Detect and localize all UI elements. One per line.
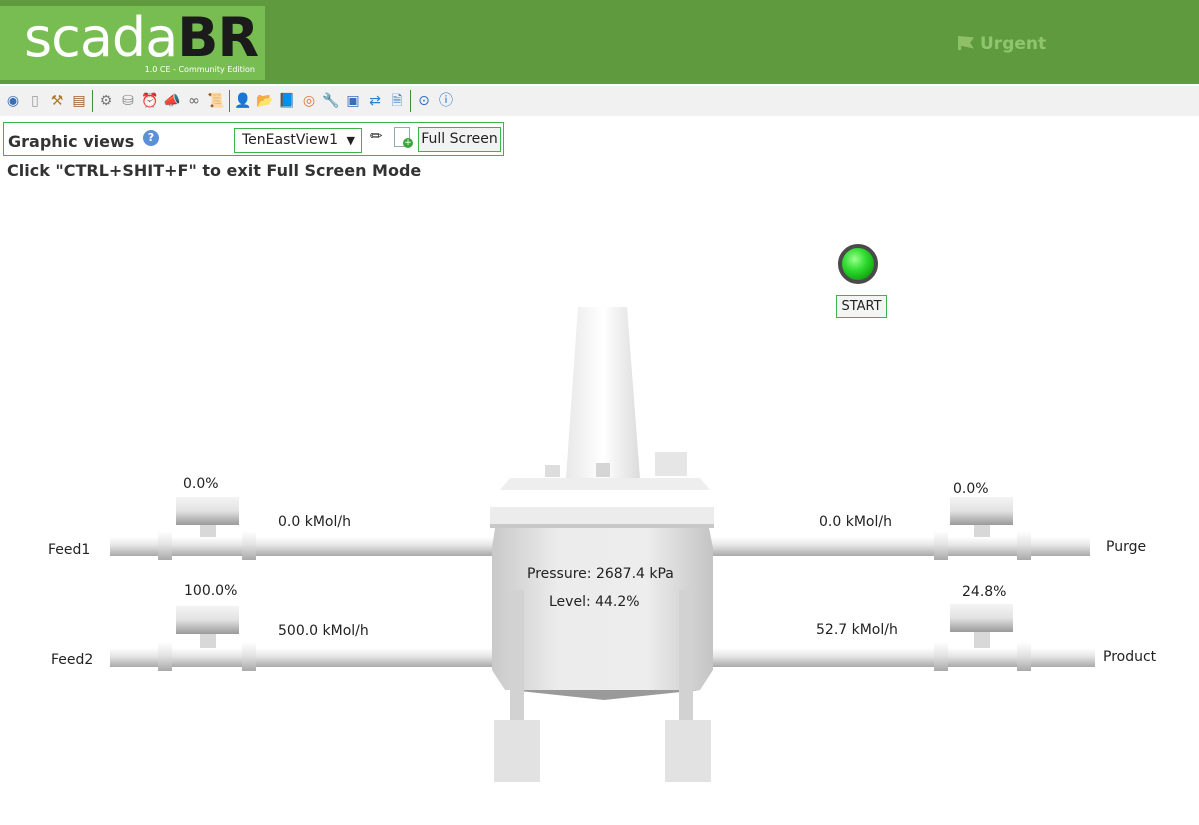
- toolbar-separator: [229, 90, 230, 112]
- scroll-icon[interactable]: 📜: [206, 91, 226, 111]
- megaphone-icon[interactable]: 📣: [162, 91, 182, 111]
- list-icon[interactable]: ▤: [69, 91, 89, 111]
- eye-icon[interactable]: ◉: [3, 91, 23, 111]
- main-toolbar: ◉ ▯ ⚒ ▤ ⚙ ⛁ ⏰ 📣 ∞ 📜 👤 📂 📘 ◎ 🔧 ▣ ⇄ 🗎 ⊙ ⓘ: [0, 86, 1199, 116]
- alarm-clock-icon[interactable]: ⏰: [140, 91, 160, 111]
- product-valve[interactable]: [950, 604, 1013, 648]
- new-view-icon[interactable]: +: [394, 127, 413, 148]
- sync-icon[interactable]: ⇄: [365, 91, 385, 111]
- reactor-stack: [500, 307, 710, 490]
- record-icon[interactable]: ⊙: [414, 91, 434, 111]
- feed2-valve-position: 100.0%: [184, 583, 238, 599]
- feed1-pipe: [110, 531, 500, 560]
- scadabr-logo[interactable]: scadaBR 1.0 CE - Community Edition: [0, 6, 265, 80]
- toolbar-separator: [92, 90, 93, 112]
- product-flow: 52.7 kMol/h: [816, 622, 898, 638]
- app-header: scadaBR 1.0 CE - Community Edition Urgen…: [0, 0, 1199, 84]
- feed1-valve-position: 0.0%: [183, 476, 219, 492]
- product-pipe: [705, 642, 1095, 671]
- feed1-flow: 0.0 kMol/h: [278, 514, 351, 530]
- product-valve-position: 24.8%: [962, 584, 1007, 600]
- chevron-down-icon: ▼: [346, 134, 355, 147]
- feed1-label: Feed1: [48, 542, 91, 558]
- urgent-alarm-indicator[interactable]: Urgent: [958, 34, 1046, 54]
- help-icon[interactable]: ?: [143, 130, 159, 146]
- page-icon[interactable]: ▯: [25, 91, 45, 111]
- graphic-views-bar: Graphic views ? TenEastView1 ▼ ✏ + Full …: [3, 122, 504, 156]
- purge-pipe: [705, 531, 1090, 560]
- broadcast-icon[interactable]: ◎: [299, 91, 319, 111]
- purge-flow: 0.0 kMol/h: [819, 514, 892, 530]
- purge-valve[interactable]: [950, 497, 1013, 537]
- reactor-vessel: [490, 507, 714, 782]
- purge-valve-position: 0.0%: [953, 481, 989, 497]
- view-select-value: TenEastView1: [242, 132, 338, 148]
- flag-icon: [958, 36, 974, 50]
- link-icon[interactable]: ∞: [184, 91, 204, 111]
- feed2-valve[interactable]: [176, 606, 239, 648]
- view-select[interactable]: TenEastView1 ▼: [234, 128, 362, 153]
- full-screen-button[interactable]: Full Screen: [418, 127, 501, 152]
- gear-icon[interactable]: ⚙: [96, 91, 116, 111]
- start-status-led: [838, 244, 878, 284]
- fullscreen-hint: Click "CTRL+SHIT+F" to exit Full Screen …: [7, 161, 422, 180]
- document-icon[interactable]: 🗎: [387, 91, 407, 111]
- graphic-views-title: Graphic views: [8, 132, 135, 151]
- reactor-pressure: Pressure: 2687.4 kPa: [527, 566, 674, 582]
- hammer-icon[interactable]: ⚒: [47, 91, 67, 111]
- feed2-pipe: [110, 642, 500, 671]
- feed2-flow: 500.0 kMol/h: [278, 623, 369, 639]
- toolbar-separator: [410, 90, 411, 112]
- reactor-process-diagram: [110, 307, 1095, 782]
- product-label: Product: [1103, 649, 1157, 665]
- book-icon[interactable]: 📘: [277, 91, 297, 111]
- purge-label: Purge: [1106, 539, 1147, 555]
- wrench-icon[interactable]: 🔧: [321, 91, 341, 111]
- feed2-label: Feed2: [51, 652, 94, 668]
- user-icon[interactable]: 👤: [233, 91, 253, 111]
- logo-subtitle: 1.0 CE - Community Edition: [144, 65, 255, 74]
- window-icon[interactable]: ▣: [343, 91, 363, 111]
- database-icon[interactable]: ⛁: [118, 91, 138, 111]
- feed1-valve[interactable]: [176, 497, 239, 537]
- folder-icon[interactable]: 📂: [255, 91, 275, 111]
- urgent-label: Urgent: [980, 34, 1047, 54]
- help-icon[interactable]: ⓘ: [436, 91, 456, 111]
- reactor-level: Level: 44.2%: [549, 594, 640, 610]
- edit-view-pencil-icon[interactable]: ✏: [370, 127, 388, 145]
